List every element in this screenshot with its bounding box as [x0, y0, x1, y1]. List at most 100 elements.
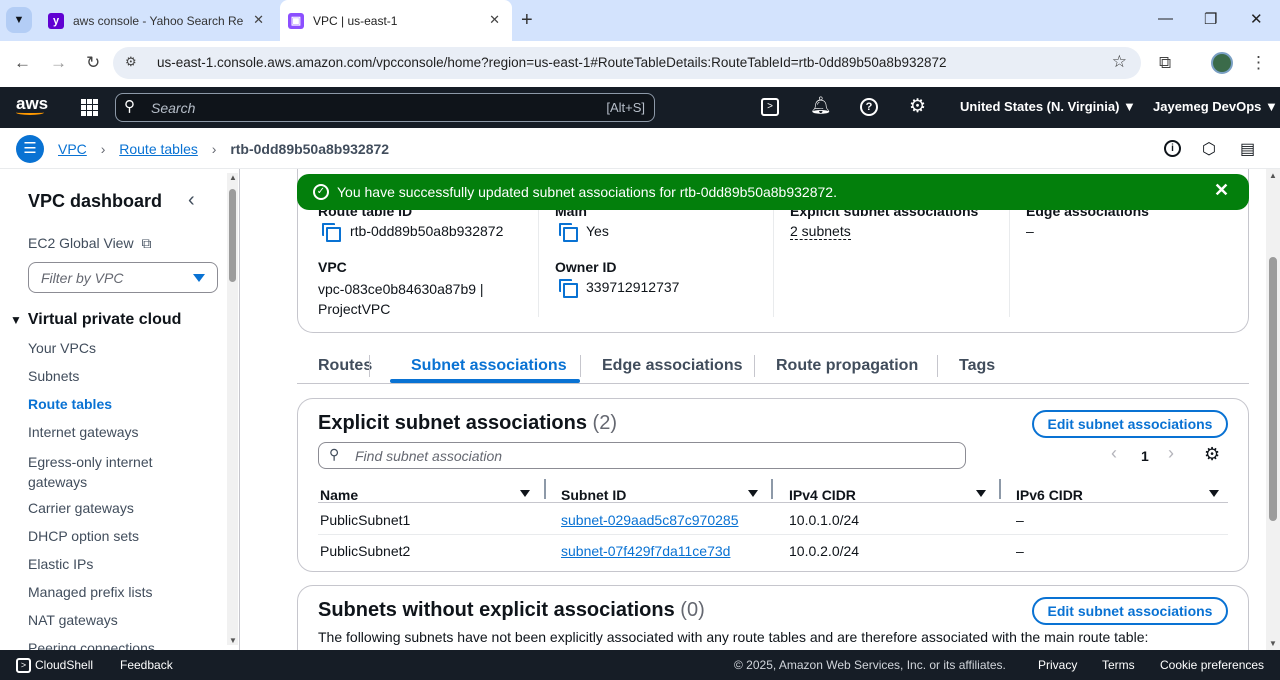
forward-icon[interactable]: → [50, 53, 67, 73]
copy-icon[interactable] [559, 223, 578, 242]
account-label: Jayemeg DevOps [1153, 99, 1262, 114]
column-header-subnet-id[interactable]: Subnet ID [561, 487, 626, 503]
row2-ipv4: 10.0.2.0/24 [789, 543, 860, 559]
prev-page-icon[interactable]: ‹ [1111, 443, 1117, 464]
sort-icon[interactable] [1209, 490, 1219, 497]
sidebar-item-carrier-gateways[interactable]: Carrier gateways [28, 500, 134, 516]
tab-search-button[interactable]: ▼ [6, 7, 32, 33]
notifications-bell-icon[interactable]: 🔔︎ [810, 96, 832, 116]
terms-link[interactable]: Terms [1102, 658, 1135, 672]
edit-subnet-associations-button-2[interactable]: Edit subnet associations [1032, 597, 1228, 625]
next-page-icon[interactable]: › [1168, 443, 1174, 464]
browser-tab-yahoo[interactable]: y aws console - Yahoo Search Re ✕ [40, 0, 276, 41]
help-icon[interactable]: ? [860, 98, 878, 116]
region-selector[interactable]: United States (N. Virginia) ▼ [960, 99, 1136, 114]
filter-placeholder: Filter by VPC [41, 270, 124, 286]
browser-tab-vpc[interactable]: ▣ VPC | us-east-1 ✕ [280, 0, 512, 41]
sidebar-item-egress-only[interactable]: Egress-only internet gateways [28, 452, 178, 492]
browser-menu-icon[interactable]: ⋮ [1250, 53, 1267, 73]
sidebar-item-prefix-lists[interactable]: Managed prefix lists [28, 584, 153, 600]
scroll-up-icon[interactable]: ▲ [1269, 171, 1277, 180]
column-header-name[interactable]: Name [320, 487, 358, 503]
sort-icon[interactable] [520, 490, 530, 497]
sidebar-scrollbar[interactable]: ▲ ▼ [227, 173, 238, 645]
copy-icon[interactable] [322, 223, 341, 242]
explicit-value[interactable]: 2 subnets [790, 223, 851, 240]
close-window-icon[interactable]: ✕ [1250, 10, 1263, 28]
copy-icon[interactable] [559, 279, 578, 298]
without-title-text: Subnets without explicit associations [318, 599, 675, 621]
site-info-icon[interactable]: ⚙ [125, 54, 137, 70]
sort-icon[interactable] [976, 490, 986, 497]
sidebar-item-internet-gateways[interactable]: Internet gateways [28, 424, 139, 440]
info-icon[interactable]: i [1164, 140, 1181, 157]
tab-tags[interactable]: Tags [959, 357, 995, 375]
sidebar-nav: VPC dashboard ‹ EC2 Global View ⧉ Filter… [0, 169, 240, 650]
column-header-ipv4[interactable]: IPv4 CIDR [789, 487, 856, 503]
close-tab-icon[interactable]: ✕ [253, 12, 264, 28]
main-value: Yes [586, 223, 609, 239]
edit-subnet-associations-button[interactable]: Edit subnet associations [1032, 410, 1228, 438]
section-toggle[interactable]: ▼ Virtual private cloud [10, 311, 181, 329]
scroll-up-icon[interactable]: ▲ [229, 173, 237, 182]
explicit-title-text: Explicit subnet associations [318, 412, 587, 434]
extensions-icon[interactable]: ⧉ [1159, 53, 1171, 73]
menu-toggle-icon[interactable]: ☰ [16, 135, 44, 163]
cloudshell-icon[interactable]: > [761, 98, 779, 116]
close-tab-icon[interactable]: ✕ [489, 12, 500, 28]
column-separator[interactable] [999, 479, 1001, 499]
sidebar-item-route-tables[interactable]: Route tables [28, 396, 112, 412]
scroll-down-icon[interactable]: ▼ [229, 636, 237, 645]
address-bar[interactable]: ⚙ us-east-1.console.aws.amazon.com/vpcco… [113, 47, 1141, 79]
account-menu[interactable]: Jayemeg DevOps ▼ [1153, 99, 1278, 114]
sidebar-item-subnets[interactable]: Subnets [28, 368, 79, 384]
row2-subnet-link[interactable]: subnet-07f429f7da11ce73d [561, 543, 730, 559]
aws-logo[interactable]: aws [16, 94, 48, 115]
sidebar-item-dhcp[interactable]: DHCP option sets [28, 528, 139, 544]
table-settings-icon[interactable]: ⚙ [1204, 444, 1220, 465]
current-page[interactable]: 1 [1141, 448, 1149, 464]
profile-avatar[interactable] [1211, 52, 1233, 74]
find-subnet-association-input[interactable]: ⚲ Find subnet association [318, 442, 966, 469]
sidebar-item-peering[interactable]: Peering connections [28, 640, 155, 650]
sort-icon[interactable] [748, 490, 758, 497]
row1-subnet-link[interactable]: subnet-029aad5c87c970285 [561, 512, 739, 528]
sidebar-item-elastic-ips[interactable]: Elastic IPs [28, 556, 93, 572]
ec2-global-view-link[interactable]: EC2 Global View ⧉ [28, 235, 151, 252]
column-header-ipv6[interactable]: IPv6 CIDR [1016, 487, 1083, 503]
column-separator[interactable] [544, 479, 546, 499]
services-grid-icon[interactable] [81, 99, 98, 116]
tab-edge-associations[interactable]: Edge associations [602, 357, 743, 375]
scroll-down-icon[interactable]: ▼ [1269, 639, 1277, 648]
layout-panel-icon[interactable]: ▤ [1240, 139, 1255, 159]
main-scroll-thumb[interactable] [1269, 257, 1277, 521]
feedback-link[interactable]: Feedback [120, 658, 173, 672]
reload-icon[interactable]: ↻ [86, 53, 100, 73]
sidebar-title[interactable]: VPC dashboard [28, 191, 162, 212]
sidebar-item-your-vpcs[interactable]: Your VPCs [28, 340, 96, 356]
filter-by-vpc-select[interactable]: Filter by VPC [28, 262, 218, 293]
settings-gear-icon[interactable]: ⚙ [909, 95, 926, 118]
back-icon[interactable]: ← [14, 53, 31, 73]
tab-subnet-associations[interactable]: Subnet associations [411, 357, 567, 375]
main-scrollbar[interactable]: ▲ ▼ [1266, 169, 1280, 650]
bookmark-star-icon[interactable]: ☆ [1112, 52, 1127, 72]
minimize-icon[interactable]: — [1158, 10, 1173, 27]
dismiss-flash-icon[interactable]: ✕ [1214, 180, 1229, 201]
new-tab-icon[interactable]: + [521, 9, 533, 32]
restore-icon[interactable]: ❐ [1204, 10, 1217, 28]
security-icon[interactable]: ⬡ [1202, 139, 1216, 159]
column-separator[interactable] [771, 479, 773, 499]
cookie-preferences-link[interactable]: Cookie preferences [1160, 658, 1264, 672]
breadcrumb-route-tables[interactable]: Route tables [119, 141, 198, 157]
tab-routes[interactable]: Routes [318, 357, 372, 375]
privacy-link[interactable]: Privacy [1038, 658, 1077, 672]
aws-search-input[interactable]: ⚲ Search [Alt+S] [115, 93, 655, 122]
collapse-sidebar-icon[interactable]: ‹ [188, 189, 195, 212]
tab-route-propagation[interactable]: Route propagation [776, 357, 918, 375]
vpc-link[interactable]: vpc-083ce0b84630a87b9 | ProjectVPC [318, 279, 484, 319]
sidebar-item-nat-gateways[interactable]: NAT gateways [28, 612, 118, 628]
cloudshell-button[interactable]: > CloudShell [16, 658, 93, 674]
breadcrumb-vpc[interactable]: VPC [58, 141, 87, 157]
sidebar-scroll-thumb[interactable] [229, 189, 236, 282]
